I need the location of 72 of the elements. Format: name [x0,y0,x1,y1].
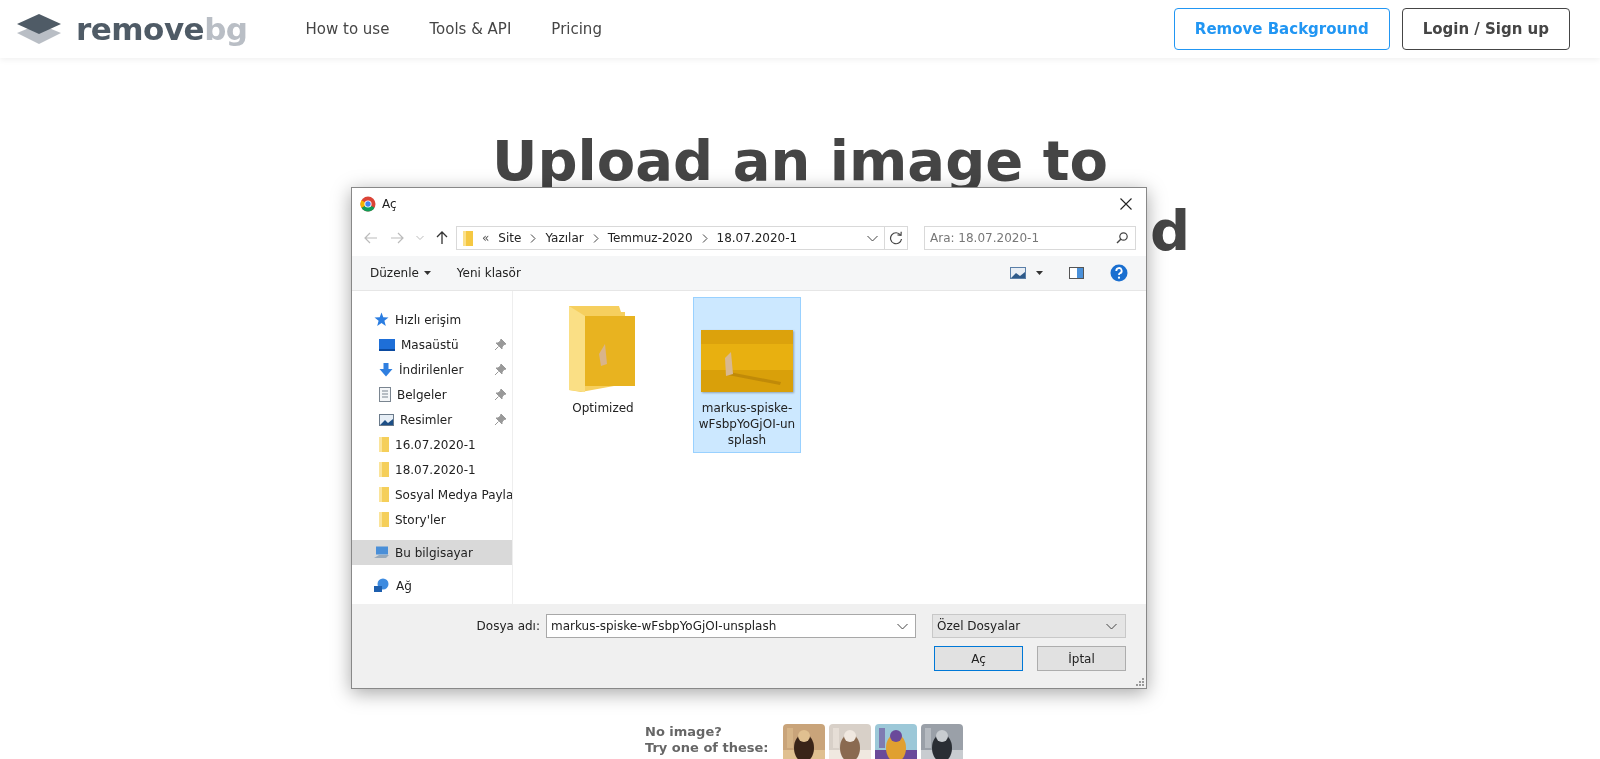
file-type-dropdown[interactable]: Özel Dosyalar [932,614,1126,638]
sidebar-item[interactable]: Sosyal Medya Payla [352,482,512,507]
caret-icon[interactable] [1036,271,1043,275]
hero-title: Upload an image to [491,127,1109,195]
desktop-icon [379,338,395,351]
sidebar-item[interactable]: Masaüstü [352,332,512,357]
chevron-right-icon [530,233,537,243]
preview-pane-icon[interactable] [1069,267,1084,279]
sidebar-item[interactable]: Hızlı erişim [352,307,512,332]
open-button[interactable]: Aç [934,646,1023,671]
overflow-mark[interactable]: « [482,231,490,245]
folder-icon [379,462,389,477]
pin-icon[interactable] [495,389,506,400]
star-icon [374,312,389,327]
sample-prompt: Try one of these: [645,740,769,756]
chevron-down-icon [1106,622,1117,630]
sidebar-item[interactable]: 16.07.2020-1 [352,432,512,457]
logo-text[interactable]: removebg [76,11,248,47]
filename-label: Dosya adı: [476,619,540,633]
file-tile[interactable]: markus-spiske-wFsbpYoGjOI-unsplash [693,297,801,453]
chevron-right-icon [592,233,599,243]
refresh-icon [889,231,904,245]
sidebar-item[interactable]: Belgeler [352,382,512,407]
document-icon [379,387,391,402]
sidebar-item[interactable]: Resimler [352,407,512,432]
download-arrow-icon [379,362,393,377]
dialog-title: Aç [382,197,397,211]
computer-icon [374,546,389,559]
chevron-down-icon[interactable] [867,234,879,242]
breadcrumb-item[interactable]: 18.07.2020-1 [716,231,798,245]
login-button[interactable]: Login / Sign up [1401,8,1570,50]
pictures-icon [379,413,394,426]
breadcrumb-item[interactable]: Temmuz-2020 [607,231,693,245]
pin-icon[interactable] [495,339,506,350]
folder-icon [463,230,473,246]
nav-link[interactable]: Pricing [551,20,602,38]
search-field[interactable]: Ara: 18.07.2020-1 [924,226,1136,250]
pin-icon[interactable] [495,414,506,425]
network-icon [374,578,390,593]
sidebar-item[interactable]: Ağ [352,573,512,598]
nav-link[interactable]: How to use [305,20,390,38]
sidebar-item[interactable]: 18.07.2020-1 [352,457,512,482]
search-icon[interactable] [1116,232,1128,244]
file-tile[interactable]: Optimized [549,297,657,421]
sidebar-item[interactable]: Story'ler [352,507,512,532]
filename-field[interactable]: markus-spiske-wFsbpYoGjOI-unsplash [546,614,916,638]
view-mode-icon[interactable] [1010,267,1026,279]
browser-icon [360,196,376,212]
up-arrow-icon[interactable] [436,231,448,245]
pin-icon[interactable] [495,364,506,375]
folder-icon [379,512,389,527]
resize-grip-icon[interactable] [1136,678,1144,686]
chevron-down-icon[interactable] [897,623,908,630]
folder-icon [379,437,389,452]
new-folder-button[interactable]: Yeni klasör [450,266,531,280]
address-bar[interactable]: « Site Yazılar Temmuz-2020 18.07.2020-1 [456,226,886,250]
organize-menu-button[interactable]: Düzenle [364,266,441,280]
breadcrumb-item[interactable]: Yazılar [545,231,584,245]
sample-prompt: No image? [645,724,723,740]
hero-title-fragment: d [1150,198,1191,263]
close-icon[interactable] [1120,198,1132,210]
sidebar-item[interactable]: İndirilenler [352,357,512,382]
sidebar-item[interactable]: Bu bilgisayar [352,540,512,565]
refresh-button[interactable] [884,226,908,250]
help-icon[interactable] [1110,264,1128,282]
cancel-button[interactable]: İptal [1037,646,1126,671]
logo-icon[interactable] [16,12,62,46]
folder-icon [379,487,389,502]
nav-link[interactable]: Tools & API [429,20,512,38]
folder-icon [569,304,637,392]
chevron-right-icon [701,233,708,243]
breadcrumb-item[interactable]: Site [498,231,522,245]
